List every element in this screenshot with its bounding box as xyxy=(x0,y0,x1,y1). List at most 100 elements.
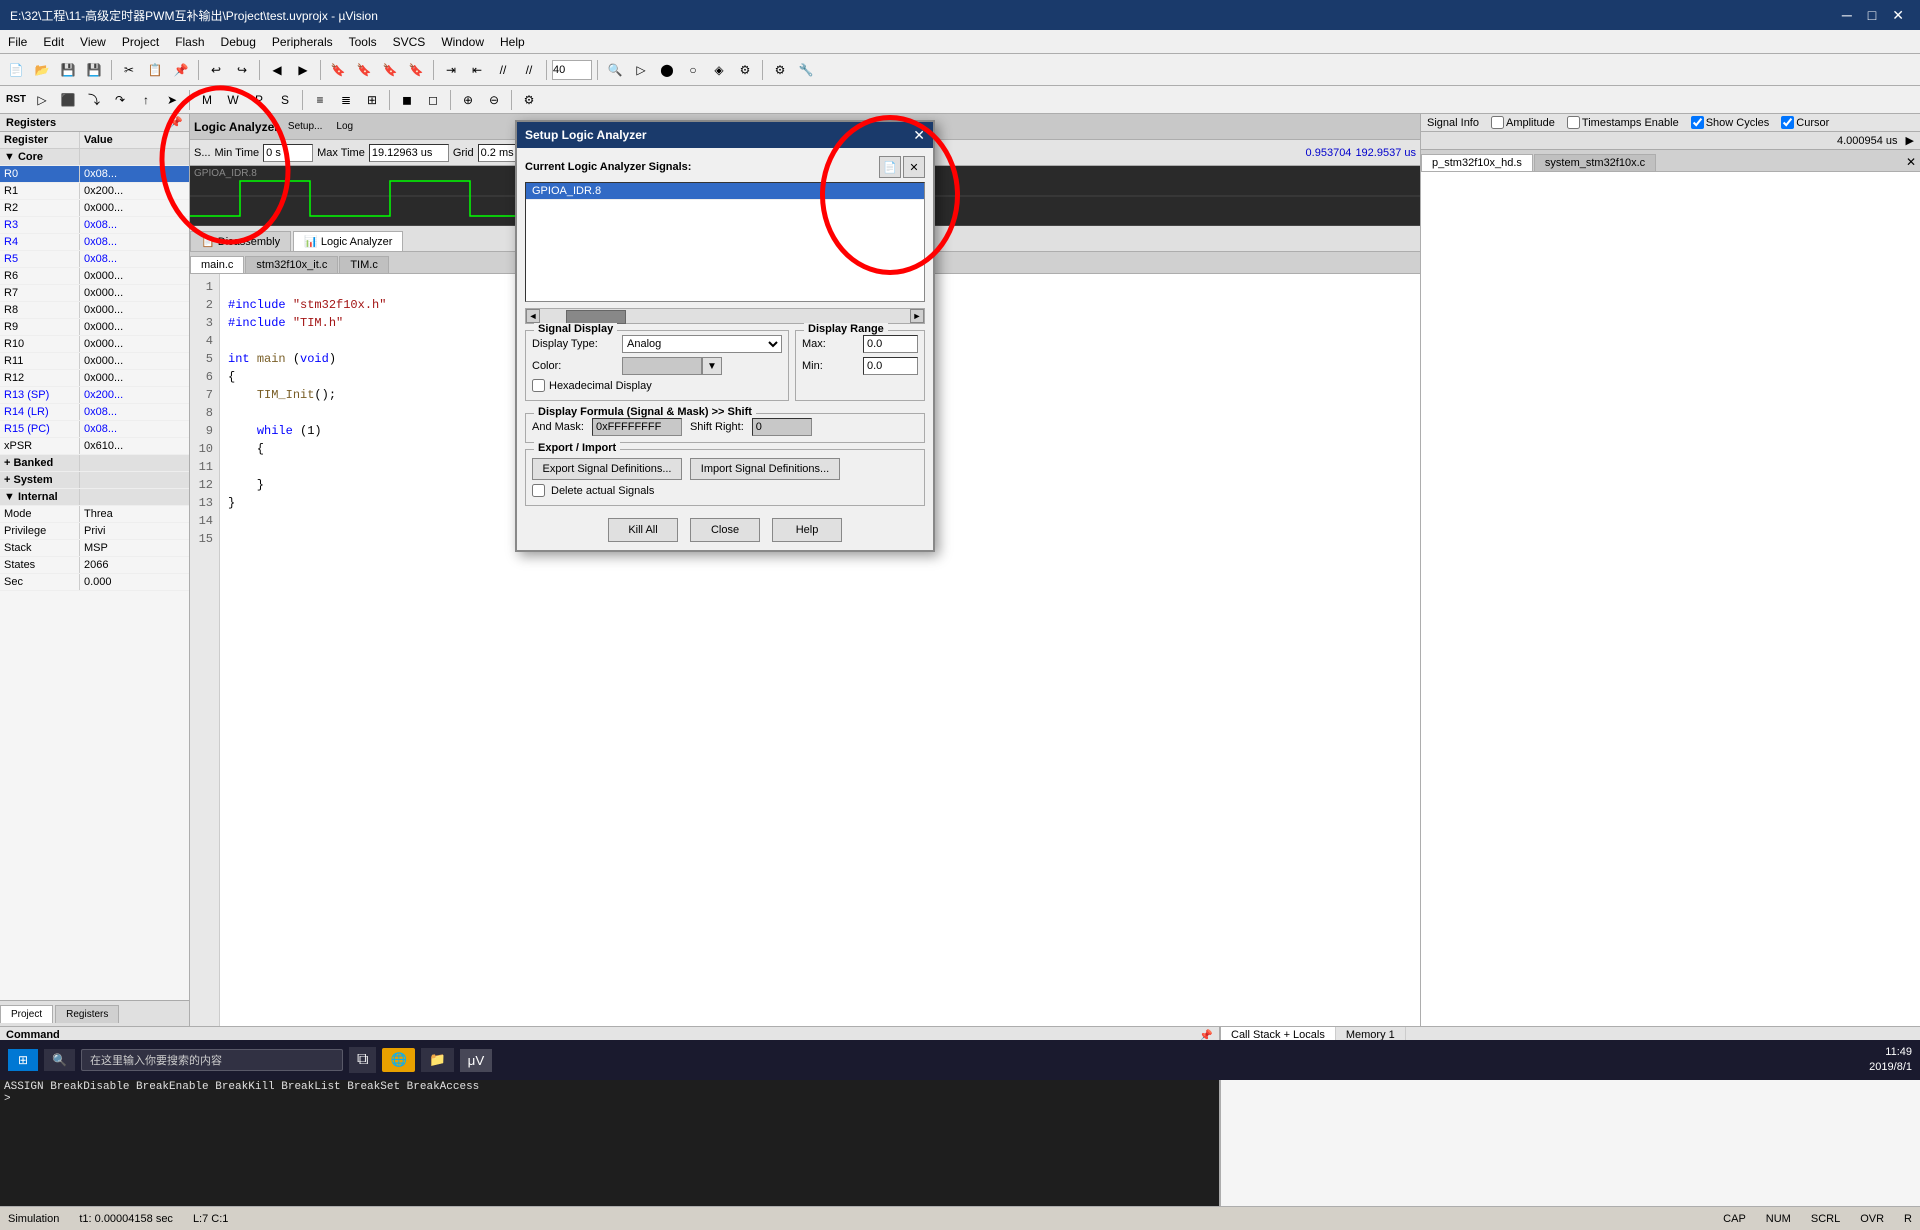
new-btn[interactable]: 📄 xyxy=(4,58,28,82)
paste-btn[interactable]: 📌 xyxy=(169,58,193,82)
indent-btn[interactable]: ⇥ xyxy=(439,58,463,82)
sig1-btn[interactable]: ◼ xyxy=(395,88,419,112)
reg-r13[interactable]: R13 (SP) 0x200... xyxy=(0,387,189,404)
bookmark2-btn[interactable]: 🔖 xyxy=(352,58,376,82)
import-signal-btn[interactable]: Import Signal Definitions... xyxy=(690,458,840,480)
amplitude-checkbox[interactable] xyxy=(1491,116,1504,129)
tab-logic-analyzer[interactable]: 📊 Logic Analyzer xyxy=(293,231,403,251)
mem4-btn[interactable]: S xyxy=(273,88,297,112)
menu-flash[interactable]: Flash xyxy=(167,30,212,54)
color-dropdown-btn[interactable]: ▼ xyxy=(702,357,722,375)
min-input[interactable] xyxy=(863,357,918,375)
color-picker[interactable] xyxy=(622,357,702,375)
reg-stack[interactable]: Stack MSP xyxy=(0,540,189,557)
close-file-icon[interactable]: ✕ xyxy=(1902,153,1920,171)
close-button[interactable]: ✕ xyxy=(1886,7,1910,24)
reg-xpsr[interactable]: xPSR 0x610... xyxy=(0,438,189,455)
copy-btn[interactable]: 📋 xyxy=(143,58,167,82)
reg-r11[interactable]: R11 0x000... xyxy=(0,353,189,370)
bookmark3-btn[interactable]: 🔖 xyxy=(378,58,402,82)
reg-r12[interactable]: R12 0x000... xyxy=(0,370,189,387)
menu-edit[interactable]: Edit xyxy=(35,30,72,54)
reg-r10[interactable]: R10 0x000... xyxy=(0,336,189,353)
help-btn[interactable]: Help xyxy=(772,518,842,542)
la-log-btn[interactable]: Log xyxy=(331,115,358,139)
menu-tools[interactable]: Tools xyxy=(341,30,385,54)
disp1-btn[interactable]: ⊕ xyxy=(456,88,480,112)
file-tab-tim[interactable]: TIM.c xyxy=(339,256,389,273)
kill-all-btn[interactable]: Kill All xyxy=(608,518,678,542)
redo-btn[interactable]: ↪ xyxy=(230,58,254,82)
dialog-close-btn[interactable]: ✕ xyxy=(913,127,925,144)
menu-project[interactable]: Project xyxy=(114,30,167,54)
zoom-input[interactable] xyxy=(552,60,592,80)
step-over-btn[interactable]: ↷ xyxy=(108,88,132,112)
reg-mode[interactable]: Mode Threa xyxy=(0,506,189,523)
sig2-btn[interactable]: ◻ xyxy=(421,88,445,112)
save-all-btn[interactable]: 💾 xyxy=(82,58,106,82)
menu-file[interactable]: File xyxy=(0,30,35,54)
explorer-btn[interactable]: 📁 xyxy=(421,1048,454,1072)
cut-btn[interactable]: ✂ xyxy=(117,58,141,82)
taskview-btn[interactable]: ⧉ xyxy=(349,1047,376,1073)
right-file-tab-p[interactable]: p_stm32f10x_hd.s xyxy=(1421,154,1533,171)
view3-btn[interactable]: ⊞ xyxy=(360,88,384,112)
start-button[interactable]: ⊞ xyxy=(8,1049,38,1071)
min-time-input[interactable] xyxy=(263,144,313,162)
mem2-btn[interactable]: W xyxy=(221,88,245,112)
view2-btn[interactable]: ≣ xyxy=(334,88,358,112)
fwd-btn[interactable]: ▶ xyxy=(291,58,315,82)
reg-r5[interactable]: R5 0x08... xyxy=(0,251,189,268)
reg-r0[interactable]: R0 0x08... xyxy=(0,166,189,183)
reg-r15[interactable]: R15 (PC) 0x08... xyxy=(0,421,189,438)
cursor-checkbox[interactable] xyxy=(1781,116,1794,129)
run-btn[interactable]: ▷ xyxy=(30,88,54,112)
mem3-btn[interactable]: P xyxy=(247,88,271,112)
tab-registers[interactable]: Registers xyxy=(55,1005,119,1023)
tab-project[interactable]: Project xyxy=(0,1005,53,1023)
debug5-btn[interactable]: ⚙ xyxy=(733,58,757,82)
delete-signal-btn[interactable]: ✕ xyxy=(903,156,925,178)
reg-r6[interactable]: R6 0x000... xyxy=(0,268,189,285)
open-btn[interactable]: 📂 xyxy=(30,58,54,82)
step-out-btn[interactable]: ↑ xyxy=(134,88,158,112)
debug3-btn[interactable]: ○ xyxy=(681,58,705,82)
bookmark-btn[interactable]: 🔖 xyxy=(326,58,350,82)
stop-btn[interactable]: ⬛ xyxy=(56,88,80,112)
close-dialog-btn[interactable]: Close xyxy=(690,518,760,542)
timestamps-checkbox[interactable] xyxy=(1567,116,1580,129)
undo-btn[interactable]: ↩ xyxy=(204,58,228,82)
right-file-tab-system[interactable]: system_stm32f10x.c xyxy=(1534,154,1656,171)
hex-display-checkbox[interactable] xyxy=(532,379,545,392)
debug1-btn[interactable]: ▷ xyxy=(629,58,653,82)
config-btn[interactable]: ⚙ xyxy=(768,58,792,82)
code-content[interactable]: #include "stm32f10x.h" #include "TIM.h" … xyxy=(220,274,394,1026)
comment-btn[interactable]: // xyxy=(491,58,515,82)
scrollbar-thumb[interactable] xyxy=(566,310,626,324)
outdent-btn[interactable]: ⇤ xyxy=(465,58,489,82)
la-setup-btn[interactable]: Setup... xyxy=(283,115,327,139)
disp2-btn[interactable]: ⊖ xyxy=(482,88,506,112)
delete-signals-checkbox[interactable] xyxy=(532,484,545,497)
and-mask-input[interactable] xyxy=(592,418,682,436)
bookmark4-btn[interactable]: 🔖 xyxy=(404,58,428,82)
menu-peripherals[interactable]: Peripherals xyxy=(264,30,341,54)
view1-btn[interactable]: ≡ xyxy=(308,88,332,112)
reg-sec[interactable]: Sec 0.000 xyxy=(0,574,189,591)
file-tab-stm32[interactable]: stm32f10x_it.c xyxy=(245,256,338,273)
menu-help[interactable]: Help xyxy=(492,30,533,54)
export-signal-btn[interactable]: Export Signal Definitions... xyxy=(532,458,682,480)
debug4-btn[interactable]: ◈ xyxy=(707,58,731,82)
run-cursor-btn[interactable]: ➤ xyxy=(160,88,184,112)
menu-debug[interactable]: Debug xyxy=(213,30,264,54)
tab-disassembly[interactable]: 📋 Disassembly xyxy=(190,231,291,251)
reg-r7[interactable]: R7 0x000... xyxy=(0,285,189,302)
search-btn[interactable]: 🔍 xyxy=(603,58,627,82)
show-cycles-checkbox[interactable] xyxy=(1691,116,1704,129)
reg-r3[interactable]: R3 0x08... xyxy=(0,217,189,234)
reg-privilege[interactable]: Privilege Privi xyxy=(0,523,189,540)
file-tab-main[interactable]: main.c xyxy=(190,256,244,273)
rst-btn[interactable]: RST xyxy=(4,88,28,112)
chrome-btn[interactable]: 🌐 xyxy=(382,1048,415,1072)
max-input[interactable] xyxy=(863,335,918,353)
